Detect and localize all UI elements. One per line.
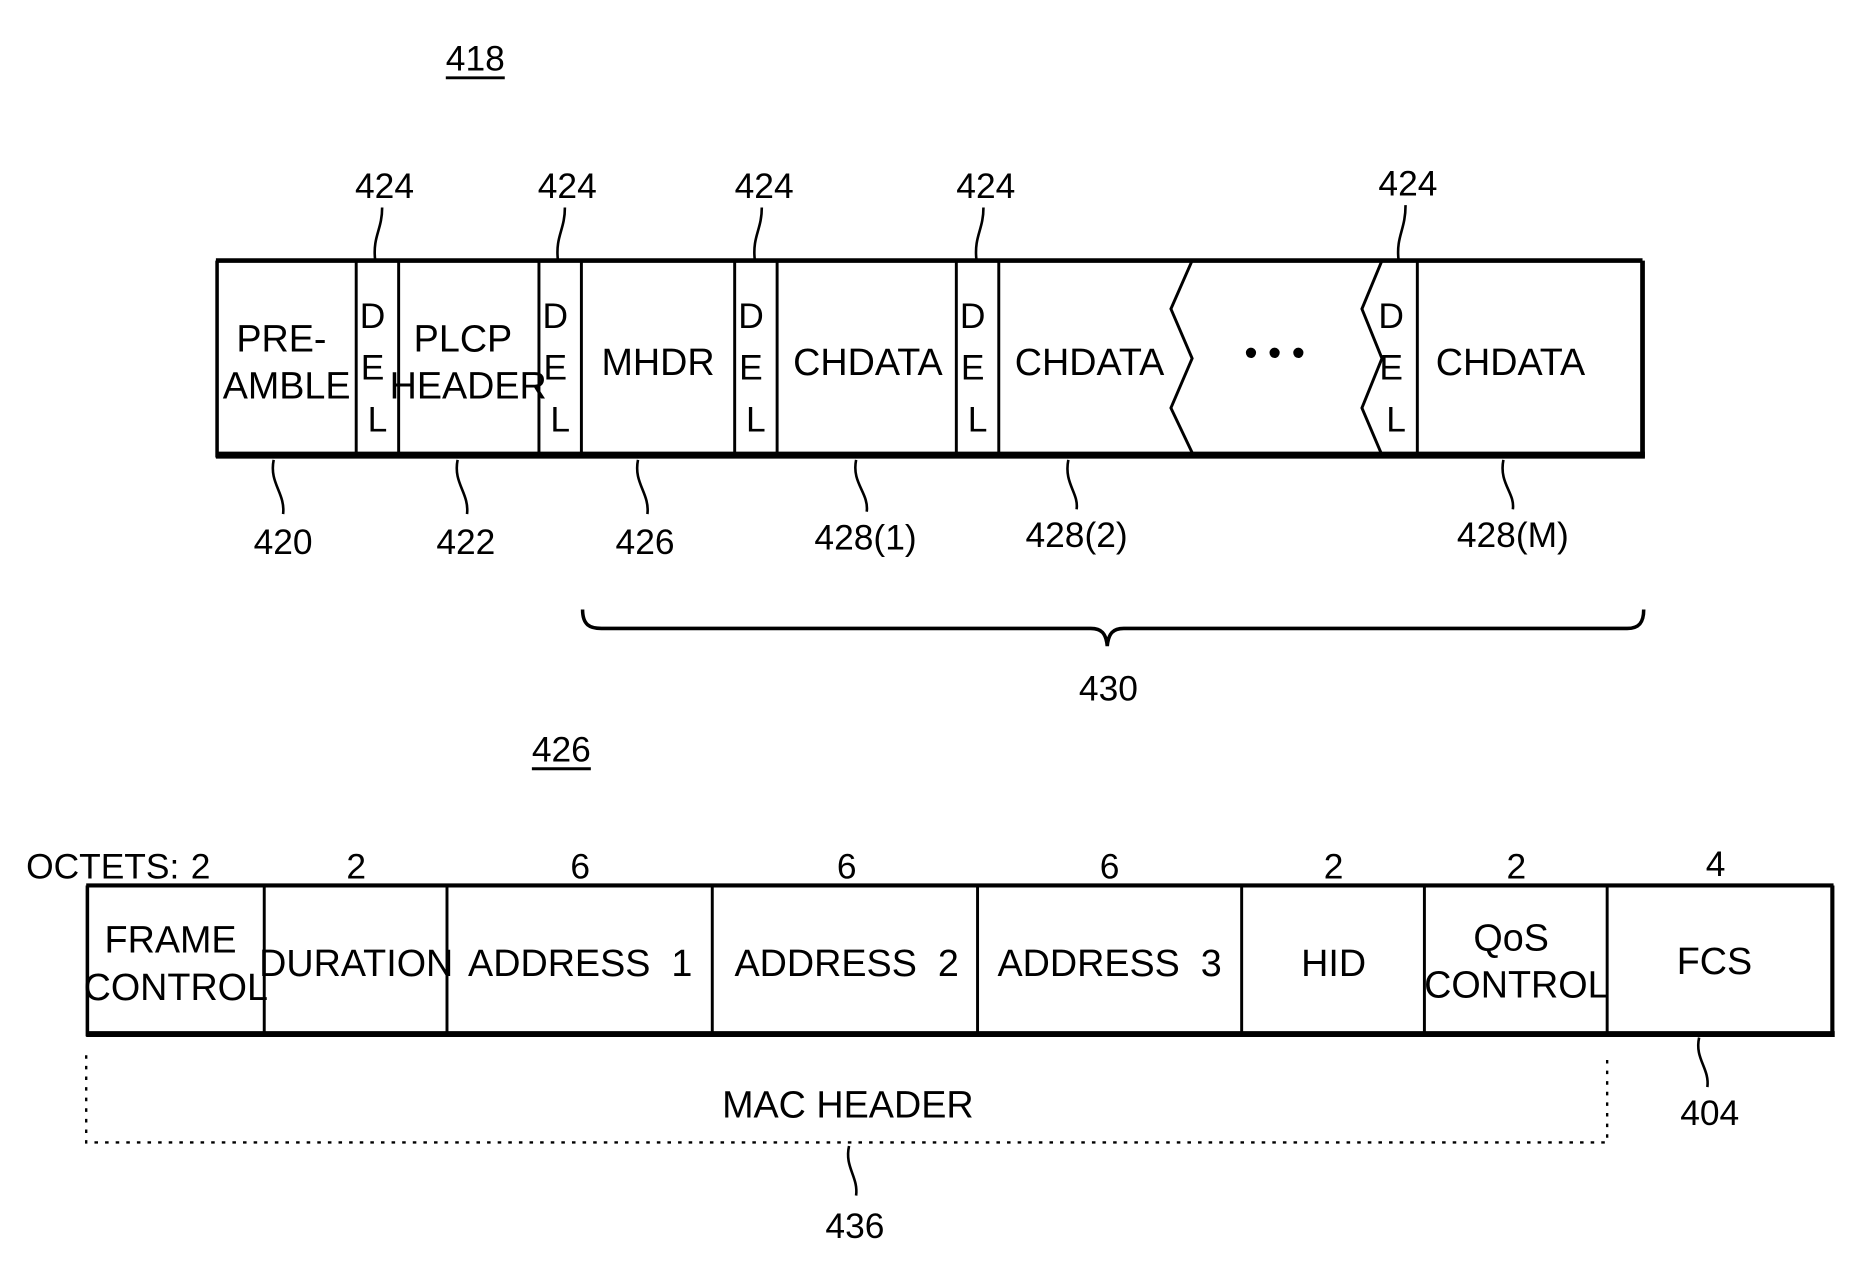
ref-422: 422 <box>436 523 495 562</box>
ref-428-m: 428(M) <box>1457 516 1569 555</box>
ref-424: 424 <box>355 167 414 206</box>
del-references: 424 424 424 424 424 <box>355 165 1437 260</box>
ref-424: 424 <box>956 167 1015 206</box>
brace-icon <box>580 609 1646 647</box>
octets-address-3: 6 <box>1100 847 1120 886</box>
octets-fcs: 4 <box>1706 845 1726 884</box>
field-plcp-header: PLCP HEADER <box>390 317 547 406</box>
figure-418-ref: 418 <box>446 40 505 79</box>
ref-430: 430 <box>1079 669 1138 708</box>
field-duration: DURATION <box>259 942 453 984</box>
octets-address-2: 6 <box>837 847 857 886</box>
leader-line <box>1501 459 1515 510</box>
field-references: 420 422 426 428(1) 428(2) 428(M) <box>254 459 1569 562</box>
ref-424: 424 <box>735 167 794 206</box>
field-del-5: D E L <box>1378 297 1413 440</box>
figure-426-ref: 426 <box>532 731 591 770</box>
fcs-reference: 404 <box>1680 1037 1739 1133</box>
mac-frame: FRAME CONTROL DURATION ADDRESS 1 ADDRESS… <box>84 883 1835 1037</box>
mac-frame-brace: 430 <box>580 609 1646 708</box>
leader-line <box>556 207 567 260</box>
octets-qos-control: 2 <box>1507 847 1527 886</box>
mac-header-label: MAC HEADER <box>722 1084 974 1126</box>
break-line-left <box>1169 259 1195 456</box>
leader-line <box>1066 459 1079 510</box>
leader-line <box>974 207 985 260</box>
octets-duration: 2 <box>346 847 366 886</box>
field-address-1: ADDRESS 1 <box>468 942 692 984</box>
field-address-3: ADDRESS 3 <box>997 942 1221 984</box>
leader-line <box>846 1145 858 1196</box>
field-ellipsis: • • • <box>1244 332 1305 374</box>
octets-address-1: 6 <box>570 847 590 886</box>
leader-line <box>373 207 384 260</box>
figure-426-title: 426 <box>532 731 591 771</box>
field-del-4: D E L <box>960 297 995 440</box>
field-chdata-1: CHDATA <box>793 341 943 383</box>
octets-frame-control: 2 <box>191 847 211 886</box>
field-chdata-2: CHDATA <box>1015 341 1165 383</box>
leader-line <box>635 459 649 515</box>
field-preamble: PRE- AMBLE <box>223 317 351 406</box>
field-frame-control: FRAME CONTROL <box>84 919 268 1008</box>
leader-line <box>854 459 869 512</box>
field-hid: HID <box>1301 942 1366 984</box>
field-address-2: ADDRESS 2 <box>735 942 959 984</box>
ref-436: 436 <box>825 1207 884 1246</box>
field-chdata-m: CHDATA <box>1436 341 1586 383</box>
frame-format-diagram: 418 PRE- AMBLE D E L PLCP HEADER D E L M… <box>26 40 1835 1246</box>
ref-424: 424 <box>538 167 597 206</box>
field-mhdr: MHDR <box>601 341 714 383</box>
leader-line <box>753 207 764 260</box>
ref-428-1: 428(1) <box>814 518 916 557</box>
leader-line <box>271 459 285 515</box>
mac-header-bracket: MAC HEADER 436 <box>85 1055 1609 1246</box>
ref-420: 420 <box>254 523 313 562</box>
figure-418-title: 418 <box>446 40 505 80</box>
phy-frame: PRE- AMBLE D E L PLCP HEADER D E L MHDR … <box>215 258 1645 459</box>
octets-row: OCTETS: 2 2 6 6 6 2 2 4 <box>26 845 1725 886</box>
field-del-3: D E L <box>738 297 773 440</box>
ref-424: 424 <box>1378 165 1437 204</box>
field-fcs: FCS <box>1677 940 1752 982</box>
field-del-2: D E L <box>542 297 577 440</box>
ref-428-2: 428(2) <box>1025 516 1127 555</box>
leader-line <box>1696 1037 1709 1088</box>
octets-label: OCTETS: <box>26 847 179 886</box>
leader-line <box>1396 205 1407 260</box>
leader-line <box>455 459 469 515</box>
ref-426: 426 <box>616 523 675 562</box>
octets-hid: 2 <box>1324 847 1344 886</box>
field-qos-control: QoS CONTROL <box>1424 916 1608 1005</box>
ref-404: 404 <box>1680 1094 1739 1133</box>
